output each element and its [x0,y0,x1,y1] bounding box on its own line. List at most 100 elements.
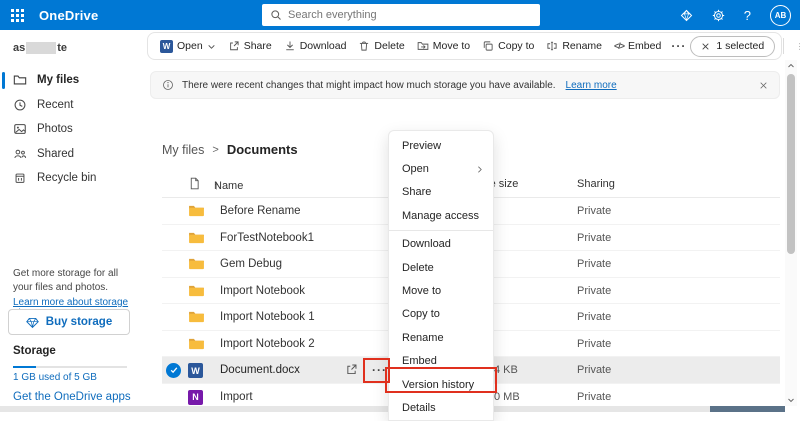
sort-ascending-icon: ↑ [214,180,220,192]
sidebar-item-label: Recent [37,99,73,111]
sharing-status: Private [577,258,611,270]
storage-used-label: 1 GB used of 5 GB [13,372,97,383]
word-icon: W [160,40,173,53]
move-to-button[interactable]: Move to [411,35,476,57]
banner-learn-more-link[interactable]: Learn more [566,80,617,91]
storage-progress-bar [13,366,127,368]
embed-icon: </> [614,41,624,51]
breadcrumb-separator: > [212,144,218,156]
breadcrumb: My files > Documents [162,142,298,157]
settings-gear-icon[interactable] [712,9,725,22]
search-box[interactable] [262,4,540,26]
open-label: Open [177,40,203,52]
file-name: Import Notebook 2 [220,338,315,350]
clock-icon [13,98,27,112]
storage-promo-text: Get more storage for all your files and … [13,267,129,295]
sharing-status: Private [577,338,611,350]
file-name: Gem Debug [220,258,282,270]
account-name-suffix: te [57,42,67,54]
menu-item-open[interactable]: Open [389,157,493,180]
menu-item-label: Move to [402,285,441,297]
sharing-status: Private [577,205,611,217]
menu-item-delete[interactable]: Delete [389,256,493,279]
menu-item-details[interactable]: Details [389,396,493,419]
share-button[interactable]: Share [222,35,278,57]
copy-to-label: Copy to [498,40,534,52]
menu-item-preview[interactable]: Preview [389,134,493,157]
menu-item-download[interactable]: Download [389,233,493,256]
clear-selection-icon [701,42,710,51]
chevron-down-icon [207,42,216,51]
menu-item-label: Download [402,238,451,250]
scroll-down-icon[interactable] [786,394,796,406]
sidebar-item-label: Photos [37,123,73,135]
download-label: Download [300,40,347,52]
rename-label: Rename [562,40,602,52]
storage-banner: There were recent changes that might imp… [150,71,780,99]
menu-item-share[interactable]: Share [389,181,493,204]
delete-button[interactable]: Delete [352,35,410,57]
open-button[interactable]: W Open [154,35,222,57]
selection-pill[interactable]: 1 selected [690,36,775,57]
share-icon [228,40,240,52]
embed-button[interactable]: </> Embed [608,35,667,57]
sidebar-item-recycle-bin[interactable]: Recycle bin [0,166,140,191]
avatar[interactable]: AB [770,5,791,26]
search-input[interactable] [288,9,532,21]
download-icon [284,40,296,52]
account-name-prefix: as [13,42,25,54]
sidebar-item-my-files[interactable]: My files [0,68,140,93]
rename-icon [546,40,558,52]
storage-heading: Storage [13,345,56,357]
horizontal-scrollbar-thumb[interactable] [710,406,785,412]
menu-item-label: Share [402,186,431,198]
row-share-icon[interactable] [345,363,358,376]
menu-item-manage-access[interactable]: Manage access [389,204,493,227]
banner-close-icon[interactable] [759,81,768,90]
sidebar-item-recent[interactable]: Recent [0,93,140,118]
selected-check-icon[interactable] [166,363,181,378]
folder-icon [188,257,205,270]
menu-divider [389,230,493,231]
column-header-sharing[interactable]: Sharing [577,178,615,190]
menu-item-label: Version history [402,379,474,391]
menu-item-version-history[interactable]: Version history [389,373,493,396]
sidebar-item-shared[interactable]: Shared [0,142,140,167]
scroll-up-icon[interactable] [786,60,796,72]
file-name: Before Rename [220,205,301,217]
rename-button[interactable]: Rename [540,35,608,57]
folder-icon [188,337,205,350]
vertical-scrollbar [785,60,797,406]
toolbar-divider [783,38,784,54]
menu-item-label: Copy to [402,308,440,320]
embed-label: Embed [628,40,661,52]
onedrive-apps-link[interactable]: Get the OneDrive apps [13,391,131,403]
sharing-status: Private [577,232,611,244]
word-document-icon: W [188,363,203,378]
banner-text: There were recent changes that might imp… [182,80,556,91]
menu-item-rename[interactable]: Rename [389,326,493,349]
folder-icon [13,73,27,87]
sidebar: as te My files Recent Photos [0,30,140,412]
sort-view-button[interactable] [792,35,800,57]
copy-to-button[interactable]: Copy to [476,35,540,57]
file-size: 0 MB [494,391,520,403]
premium-icon[interactable] [680,9,693,22]
menu-item-embed[interactable]: Embed [389,350,493,373]
file-type-column-icon[interactable] [188,177,201,190]
menu-item-move-to[interactable]: Move to [389,279,493,302]
buy-storage-button[interactable]: Buy storage [8,309,130,335]
more-commands-button[interactable]: ··· [667,39,690,53]
vertical-scrollbar-thumb[interactable] [787,74,795,254]
copy-to-icon [482,40,494,52]
menu-item-label: Delete [402,262,434,274]
help-icon[interactable]: ? [744,8,751,23]
app-launcher-icon[interactable] [11,9,24,22]
menu-item-copy-to[interactable]: Copy to [389,303,493,326]
share-label: Share [244,40,272,52]
breadcrumb-parent[interactable]: My files [162,143,204,157]
download-button[interactable]: Download [278,35,353,57]
menu-item-label: Open [402,163,429,175]
photos-icon [13,122,27,136]
sidebar-item-photos[interactable]: Photos [0,117,140,142]
